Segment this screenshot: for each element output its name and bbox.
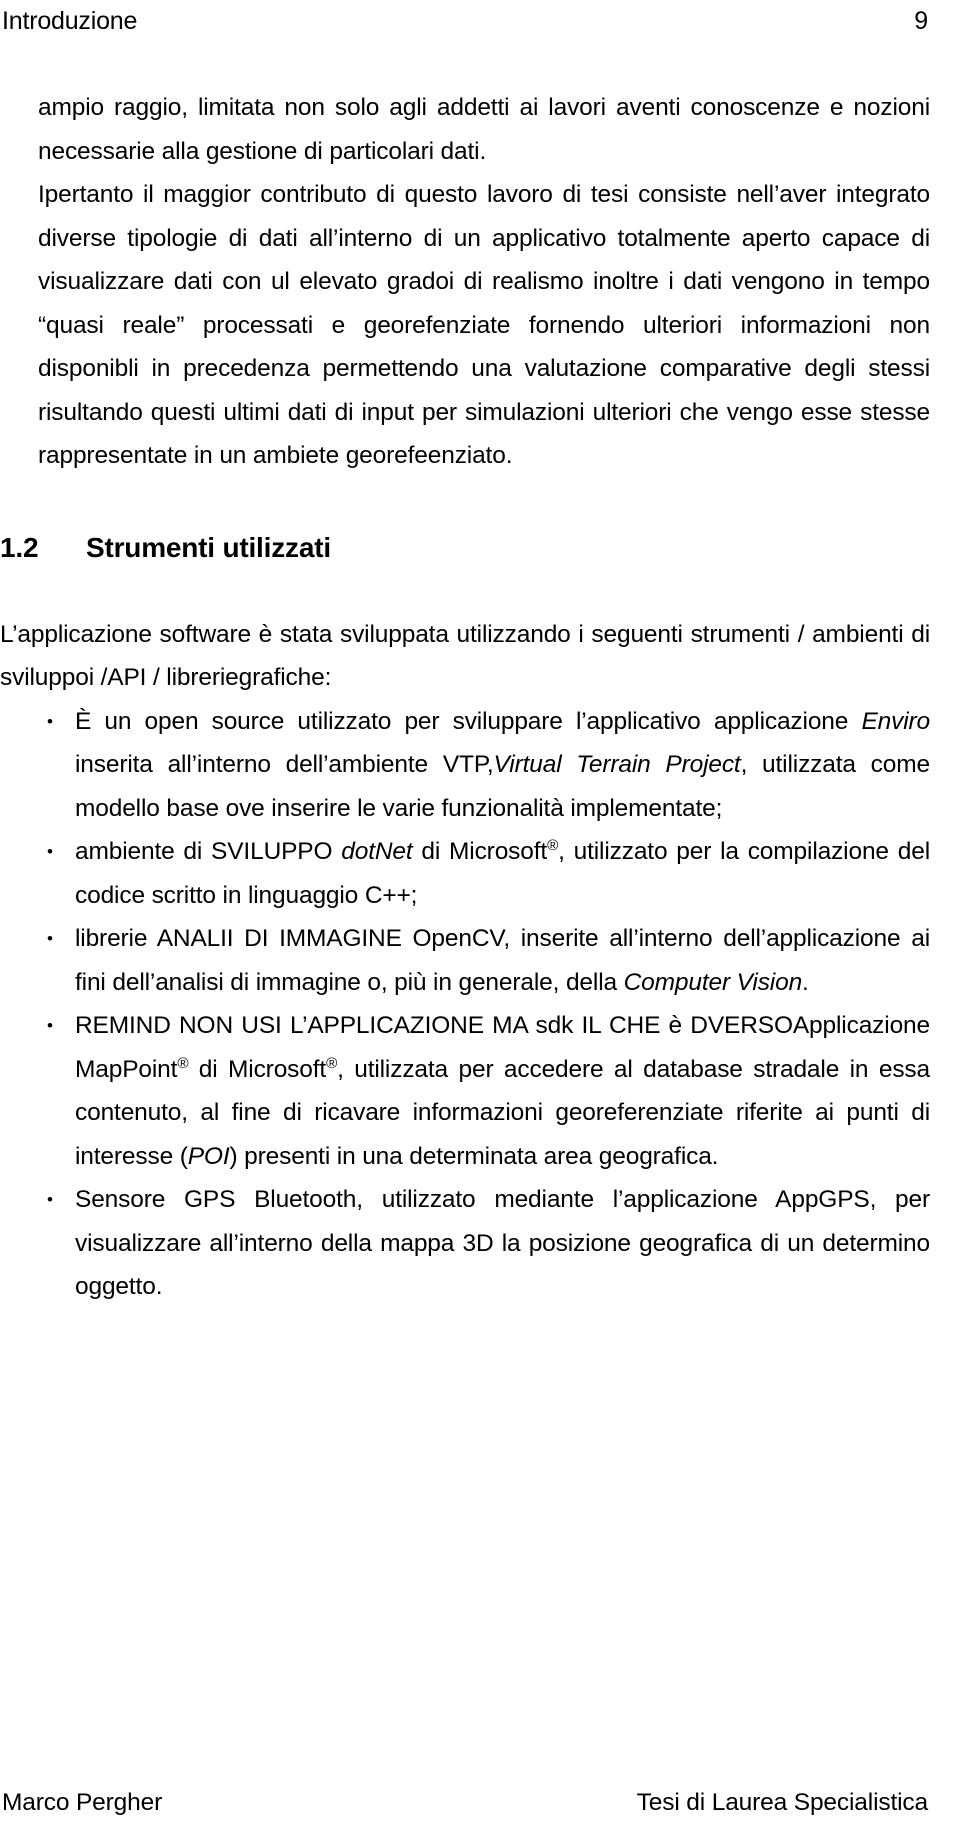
paragraph-continuation: ampio raggio, limitata non solo agli add… [38, 94, 930, 165]
document-page: Introduzione 9 ampio raggio, limitata no… [0, 0, 960, 1832]
spacer-before-heading [0, 478, 930, 530]
list-item: • librerie ANALII DI IMMAGINE OpenCV, in… [0, 917, 930, 1004]
bullet-marker-icon: • [47, 842, 53, 861]
list-item: • Sensore GPS Bluetooth, utilizzato medi… [0, 1178, 930, 1309]
paragraph-intro-strumenti: L’applicazione software è stata sviluppa… [0, 620, 930, 692]
list-item: • REMIND NON USI L’APPLICAZIONE MA sdk I… [0, 1004, 930, 1178]
spacer-after-heading [0, 566, 930, 613]
page-number: 9 [914, 7, 928, 35]
footer-author: Marco Pergher [2, 1789, 163, 1816]
list-item-text: Sensore GPS Bluetooth, utilizzato median… [75, 1186, 930, 1300]
header-chapter-title: Introduzione [2, 7, 138, 35]
bullet-marker-icon: • [47, 1016, 53, 1035]
paragraph-ipertanto: Ipertanto il maggior contributo di quest… [38, 181, 930, 469]
section-number: 1.2 [0, 531, 39, 563]
tools-bullet-list: • È un open source utilizzato per svilup… [0, 700, 930, 1309]
list-item-text: REMIND NON USI L’APPLICAZIONE MA sdk IL … [75, 1012, 931, 1170]
list-item-text: ambiente di SVILUPPO dotNet di Microsoft… [75, 836, 930, 909]
bullet-marker-icon: • [47, 1190, 53, 1209]
bullet-marker-icon: • [47, 929, 53, 948]
running-footer: Marco Pergher Tesi di Laurea Specialisti… [2, 1788, 928, 1818]
list-item-text: È un open source utilizzato per sviluppa… [75, 707, 930, 822]
page-content: ampio raggio, limitata non solo agli add… [0, 86, 930, 1309]
section-heading: 1.2 Strumenti utilizzati [0, 530, 930, 566]
list-item: • ambiente di SVILUPPO dotNet di Microso… [0, 830, 930, 917]
list-item-text: librerie ANALII DI IMMAGINE OpenCV, inse… [75, 925, 930, 996]
running-header: Introduzione 9 [2, 6, 928, 36]
list-item: • È un open source utilizzato per svilup… [0, 700, 930, 831]
section-title: Strumenti utilizzati [86, 531, 331, 563]
footer-document-type: Tesi di Laurea Specialistica [636, 1789, 928, 1816]
bullet-marker-icon: • [47, 711, 53, 731]
